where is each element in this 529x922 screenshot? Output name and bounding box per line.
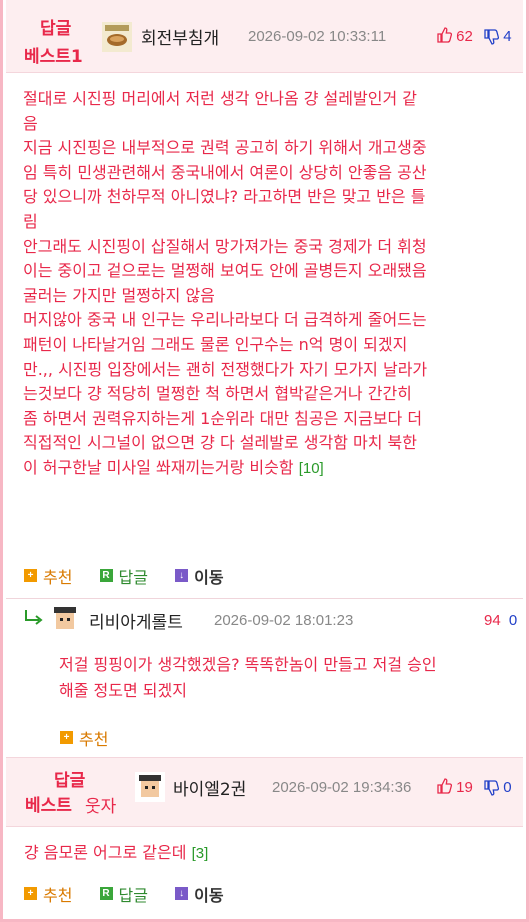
recommend-button[interactable]: + 추천 bbox=[24, 882, 72, 906]
thumbs-down-icon[interactable] bbox=[483, 28, 503, 45]
comment-line: 해줄 정도면 되겠지 bbox=[59, 681, 187, 700]
upvote-count: 62 bbox=[456, 28, 473, 45]
nickname[interactable]: 리비아게롤트 bbox=[89, 608, 183, 633]
comment-line: 걍 음모론 어그로 같은데 [3] bbox=[24, 841, 208, 867]
recommend-label: 추천 bbox=[79, 729, 109, 749]
reply-count[interactable]: [10] bbox=[299, 460, 324, 477]
move-button[interactable]: ↓ 이동 bbox=[175, 564, 224, 588]
move-button[interactable]: ↓ 이동 bbox=[175, 882, 224, 906]
comment-line: 는것보다 걍 적당히 멀쩡한 척 하면서 협박같은거나 간간히 bbox=[23, 384, 412, 404]
comment-body: 절대로 시진핑 머리에서 저런 생각 안나옴 걍 설레발인거 같 음 지금 시진… bbox=[23, 87, 427, 482]
reply-count[interactable]: [3] bbox=[192, 845, 209, 862]
comment-date: 2026-09-02 18:01:23 bbox=[214, 612, 354, 629]
comment-line: 이는 중이고 겉으로는 멀쩡해 보여도 안에 골병든지 오래됐음 bbox=[23, 261, 427, 281]
avatar[interactable] bbox=[135, 772, 165, 802]
comment-line: 직접적인 시그널이 없으면 걍 다 설레발로 생각함 마치 북한 bbox=[23, 433, 417, 453]
move-label: 이동 bbox=[194, 567, 224, 587]
comment-line-text: 걍 음모론 어그로 같은데 bbox=[24, 843, 187, 862]
comment-line-text: 이 허구한날 미사일 쏴재끼는거랑 비슷함 bbox=[23, 457, 294, 477]
comment-line: 이 허구한날 미사일 쏴재끼는거랑 비슷함 [10] bbox=[23, 456, 427, 482]
move-label: 이동 bbox=[194, 885, 224, 905]
reply-button[interactable]: R 답글 bbox=[99, 882, 148, 906]
comment-date: 2026-09-02 10:33:11 bbox=[248, 28, 387, 45]
nickname[interactable]: 바이엘2권 bbox=[173, 775, 246, 800]
vote-counts: 94 0 bbox=[484, 612, 517, 629]
comment-line: 패턴이 나타날거임 그래도 물론 인구수는 n억 명이 되겠지 bbox=[23, 334, 408, 354]
recommend-button[interactable]: + 추천 bbox=[60, 726, 108, 750]
comment-actions: + 추천 R 답글 ↓ 이동 bbox=[24, 881, 246, 906]
thumbs-up-icon[interactable] bbox=[436, 778, 456, 796]
reply-label: 답글 bbox=[118, 885, 148, 905]
reply-arrow-icon bbox=[25, 610, 43, 625]
vote-counts: 19 0 bbox=[436, 778, 512, 796]
divider bbox=[6, 598, 523, 599]
comment-body: 걍 음모론 어그로 같은데 [3] bbox=[24, 841, 208, 867]
downvote-count[interactable]: 0 bbox=[509, 612, 517, 629]
recommend-button[interactable]: + 추천 bbox=[24, 564, 72, 588]
best-badge-line1: 답글 bbox=[54, 771, 86, 791]
comment-body: 저걸 핑핑이가 생각했겠음? 똑똑한놈이 만들고 저걸 승인 해줄 정도면 되겠… bbox=[59, 652, 437, 704]
best-badge-line2: 베스트 bbox=[25, 796, 72, 816]
comment-line: 만.,, 시진핑 입장에서는 괜히 전쟁했다가 자기 모가지 날라가 bbox=[23, 359, 428, 379]
downvote-count: 0 bbox=[503, 779, 512, 796]
comment-line: 저걸 핑핑이가 생각했겠음? 똑똑한놈이 만들고 저걸 승인 bbox=[59, 655, 437, 674]
comment-line: 임 특히 민생관련해서 중국내에서 여론이 상당히 안좋음 공산 bbox=[23, 162, 427, 182]
comment-date: 2026-09-02 19:34:36 bbox=[272, 779, 412, 796]
comment-line: 머지않아 중국 내 인구는 우리나라보다 더 급격하게 줄어드는 bbox=[23, 310, 427, 330]
thumbs-up-icon[interactable] bbox=[436, 27, 456, 45]
comment-line: 좀 하면서 권력유지하는게 1순위라 대만 침공은 지금보다 더 bbox=[23, 408, 423, 428]
comment-line: 지금 시진핑은 내부적으로 권력 공고히 하기 위해서 개고생중 bbox=[23, 138, 427, 158]
category-tag: 웃자 bbox=[85, 797, 117, 817]
comment-line: 굴러는 가지만 멀쩡하지 않음 bbox=[23, 285, 215, 305]
plus-icon: + bbox=[24, 887, 37, 900]
r-icon: R bbox=[99, 887, 113, 900]
r-icon: R bbox=[99, 569, 113, 582]
nickname[interactable]: 회전부침개 bbox=[141, 24, 219, 49]
avatar[interactable] bbox=[102, 22, 132, 52]
plus-icon: + bbox=[24, 569, 37, 582]
reply-label: 답글 bbox=[118, 567, 148, 587]
recommend-label: 추천 bbox=[43, 885, 73, 905]
comment-list: 답글 베스트1 회전부침개 2026-09-02 10:33:11 62 4 절… bbox=[0, 0, 529, 922]
reply-button[interactable]: R 답글 bbox=[99, 564, 148, 588]
comment-line: 절대로 시진핑 머리에서 저런 생각 안나옴 걍 설레발인거 같 bbox=[23, 89, 417, 108]
comment-actions: + 추천 bbox=[60, 725, 130, 750]
best-badge-line2: 베스트1 bbox=[24, 47, 83, 67]
comment-line: 안그래도 시진핑이 삽질해서 망가져가는 중국 경제가 더 휘청 bbox=[23, 236, 427, 256]
comment-actions: + 추천 R 답글 ↓ 이동 bbox=[24, 563, 246, 588]
plus-icon: + bbox=[60, 731, 73, 744]
avatar[interactable] bbox=[50, 604, 80, 634]
down-arrow-icon: ↓ bbox=[175, 569, 189, 582]
best-badge-line1: 답글 bbox=[40, 19, 72, 39]
upvote-count: 19 bbox=[456, 779, 473, 796]
comment-line: 음 bbox=[23, 113, 38, 133]
upvote-count[interactable]: 94 bbox=[484, 612, 501, 629]
recommend-label: 추천 bbox=[43, 567, 73, 587]
down-arrow-icon: ↓ bbox=[175, 887, 189, 900]
thumbs-down-icon[interactable] bbox=[483, 779, 503, 796]
comment-line: 림 bbox=[23, 211, 38, 231]
comment-line: 당 있으니까 천하무적 아니였냐? 라고하면 반은 맞고 반은 틀 bbox=[23, 187, 426, 207]
downvote-count: 4 bbox=[503, 28, 512, 45]
vote-counts: 62 4 bbox=[436, 27, 512, 45]
